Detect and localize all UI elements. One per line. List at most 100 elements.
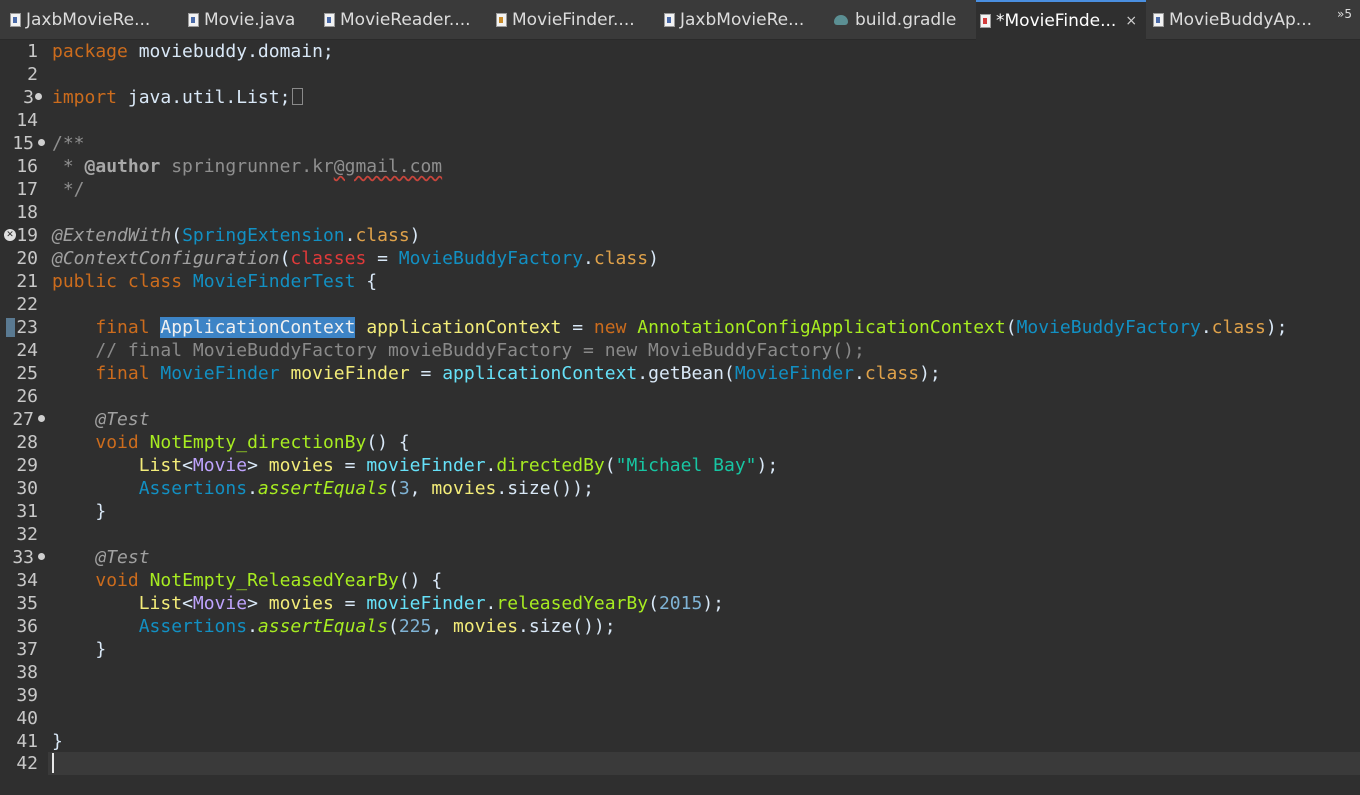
code-line: 37 } [16,639,107,660]
java-file-icon [664,13,675,27]
tab-jaxbmoviereader-2[interactable]: JaxbMovieRe... [664,0,824,40]
line-number: 2 [27,64,38,85]
tab-label: MovieFinder.... [512,10,635,30]
line-number: 30 [16,478,38,499]
line-number: 28 [16,432,38,453]
code-editor[interactable]: 1 package moviebuddy.domain; 2 3 import … [0,40,1360,795]
fold-expand-icon[interactable] [35,93,42,100]
line-number: 42 [16,753,38,774]
line-number: 20 [16,248,38,269]
code-line: 23 final ApplicationContext applicationC… [0,316,1360,339]
code-line: 2 [0,63,1360,86]
code-line: 38 [0,661,1360,684]
tab-label: build.gradle [855,10,957,30]
code-line: 17 */ [16,179,85,200]
code-line-current: 42 [0,752,1360,775]
code-line: 40 [0,707,1360,730]
line-number: 29 [16,455,38,476]
line-number: 26 [16,386,38,407]
line-number: 36 [16,616,38,637]
tab-jaxbmoviereader-1[interactable]: JaxbMovieRe... [10,0,180,40]
code-line: 16 * @author springrunner.kr@gmail.com [16,156,443,177]
line-number: 23 [16,317,38,338]
tab-label: *MovieFinde... [996,11,1117,31]
fold-collapse-icon[interactable] [38,139,45,146]
line-number: 3 [23,87,34,108]
code-line: 15 /** [12,133,85,154]
line-number: 39 [16,685,38,706]
line-number: 38 [16,662,38,683]
line-number: 18 [16,202,38,223]
fold-collapse-icon[interactable] [38,553,45,560]
tab-moviereader[interactable]: MovieReader.... [324,0,488,40]
code-line: 36 Assertions.assertEquals(225, movies.s… [16,616,616,637]
code-line: 34 void NotEmpty_ReleasedYearBy() { [16,570,443,591]
code-line: 21 public class MovieFinderTest { [16,271,378,292]
code-line: 33 @Test [12,547,150,568]
tab-label: JaxbMovieRe... [26,10,151,30]
line-number: 1 [27,41,38,62]
code-line: 14 [0,109,1360,132]
line-number: 32 [16,524,38,545]
line-number: 22 [16,294,38,315]
code-line: 35 List<Movie> movies = movieFinder.rele… [16,593,724,614]
code-line: 27 @Test [12,409,150,430]
line-number: 15 [12,133,34,154]
occurrence-marker [6,318,15,337]
line-number: 14 [16,110,38,131]
line-number: 40 [16,708,38,729]
code-line: 30 Assertions.assertEquals(3, movies.siz… [16,478,594,499]
line-number: 34 [16,570,38,591]
java-file-icon [188,13,199,27]
error-marker-icon[interactable]: ✕ [4,229,16,241]
tab-label: JaxbMovieRe... [680,10,805,30]
gradle-icon [834,15,848,25]
line-number: 35 [16,593,38,614]
tab-moviefinder[interactable]: MovieFinder.... [496,0,656,40]
line-number: 31 [16,501,38,522]
java-file-error-icon [980,14,991,28]
code-line: 20 @ContextConfiguration(classes = Movie… [16,248,659,269]
code-line: 39 [0,684,1360,707]
code-line: 32 [0,523,1360,546]
line-number: 17 [16,179,38,200]
line-number: 33 [12,547,34,568]
text-caret [52,753,54,773]
tab-movie-java[interactable]: Movie.java [188,0,318,40]
tab-overflow-button[interactable]: »5 [1337,7,1352,21]
tab-label: Movie.java [204,10,296,30]
line-number: 21 [16,271,38,292]
code-line: 28 void NotEmpty_directionBy() { [16,432,410,453]
line-number: 27 [12,409,34,430]
tab-build-gradle[interactable]: build.gradle [834,0,974,40]
code-line: 41 } [16,731,63,752]
java-file-icon [324,13,335,27]
code-line: 29 List<Movie> movies = movieFinder.dire… [16,455,779,476]
java-file-icon [1153,13,1164,27]
close-icon[interactable]: × [1125,13,1137,29]
line-number: 19 [16,225,38,246]
tab-moviebuddyapplication[interactable]: MovieBuddyAp... [1153,0,1323,40]
spelling-error: @gmail.com [333,156,443,177]
fold-collapse-icon[interactable] [38,415,45,422]
line-number: 25 [16,363,38,384]
code-line: 24 // final MovieBuddyFactory movieBuddy… [16,340,865,361]
java-file-icon [10,13,21,27]
java-file-icon [496,13,507,27]
line-number: 37 [16,639,38,660]
folded-imports-icon[interactable] [292,88,304,105]
line-number: 16 [16,156,38,177]
code-line: ✕ 19 @ExtendWith(SpringExtension.class) [0,224,1360,247]
editor-tab-bar: JaxbMovieRe... Movie.java MovieReader...… [0,0,1360,40]
selected-text: ApplicationContext [160,317,356,338]
code-line: 31 } [16,501,107,522]
tab-label: MovieBuddyAp... [1169,10,1313,30]
tab-moviefindertest-active[interactable]: *MovieFinde... × [976,0,1146,40]
code-line: 3 import java.util.List; [0,86,1360,109]
tab-label: MovieReader.... [340,10,471,30]
code-line: 26 [0,385,1360,408]
code-line: 22 [0,293,1360,316]
code-line: 1 package moviebuddy.domain; [27,41,334,62]
line-number: 41 [16,731,38,752]
line-number: 24 [16,340,38,361]
